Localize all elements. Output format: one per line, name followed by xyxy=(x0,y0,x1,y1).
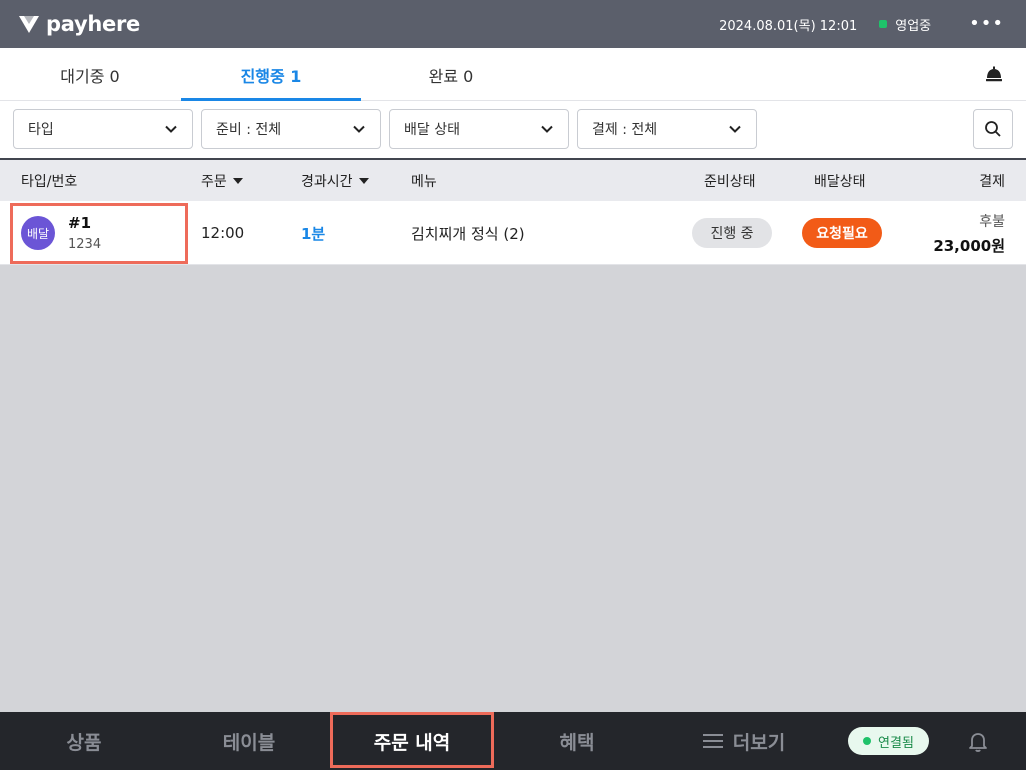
search-button[interactable] xyxy=(973,109,1013,149)
current-datetime: 2024.08.01(목) 12:01 xyxy=(719,18,858,34)
nav-more-label: 더보기 xyxy=(732,731,786,754)
header-prep-status: 준비상태 xyxy=(704,160,756,201)
table-row[interactable]: 배달 #1 1234 12:00 1분 김치찌개 정식 (2) 진행 중 요청필… xyxy=(0,201,1026,265)
connection-status-badge: 연결됨 xyxy=(848,727,929,755)
type-filter-label: 타입 xyxy=(28,122,54,138)
cell-delivery-status: 요청필요 xyxy=(802,201,882,265)
header-menu-label: 메뉴 xyxy=(411,173,437,190)
connection-status-label: 연결됨 xyxy=(878,735,914,751)
nav-tables[interactable]: 테이블 xyxy=(168,712,330,770)
payment-type: 후불 xyxy=(979,213,1005,230)
prep-status-badge[interactable]: 진행 중 xyxy=(692,218,772,248)
brand-logo: payhere xyxy=(18,12,140,36)
chevron-down-icon xyxy=(729,125,741,133)
bottom-navigation: 상품 테이블 주문 내역 혜택 더보기 연결됨 xyxy=(0,712,1026,770)
filter-bar: 타입 준비 : 전체 배달 상태 결제 : 전체 xyxy=(0,101,1026,158)
tab-completed[interactable]: 완료 0 xyxy=(361,48,541,101)
header-type-number: 타입/번호 xyxy=(21,160,77,201)
type-filter-select[interactable]: 타입 xyxy=(13,109,193,149)
tab-in-progress[interactable]: 진행중 1 xyxy=(181,48,361,101)
tab-waiting[interactable]: 대기중 0 xyxy=(0,48,180,101)
order-status-tabs: 대기중 0 진행중 1 완료 0 xyxy=(0,48,1026,101)
search-icon xyxy=(985,121,1001,137)
payment-amount: 23,000원 xyxy=(933,236,1005,255)
prep-filter-select[interactable]: 준비 : 전체 xyxy=(201,109,381,149)
cell-payment: 후불 23,000원 xyxy=(933,201,1005,265)
bell-icon[interactable] xyxy=(984,64,1004,84)
prep-filter-label: 준비 : 전체 xyxy=(216,122,282,138)
nav-more[interactable]: 더보기 xyxy=(660,712,828,770)
table-header: 타입/번호 주문 경과시간 메뉴 준비상태 배달상태 결제 xyxy=(0,158,1026,201)
header-payment: 결제 xyxy=(979,160,1005,201)
chevron-down-icon xyxy=(165,125,177,133)
delivery-filter-label: 배달 상태 xyxy=(404,122,460,138)
brand-name: payhere xyxy=(46,12,140,36)
cell-menu: 김치찌개 정식 (2) xyxy=(411,224,525,243)
cell-order-time: 12:00 xyxy=(201,224,245,242)
cell-elapsed-time: 1분 xyxy=(301,224,326,243)
store-status: 영업중 xyxy=(879,15,931,34)
connection-dot-icon xyxy=(863,737,872,745)
header-order-sort[interactable]: 주문 xyxy=(201,160,243,201)
header-type-number-label: 타입/번호 xyxy=(21,173,78,190)
header-menu: 메뉴 xyxy=(411,160,437,201)
nav-products[interactable]: 상품 xyxy=(0,712,168,770)
store-status-label: 영업중 xyxy=(895,18,932,34)
header-order-label: 주문 xyxy=(201,173,227,190)
header-delivery-status-label: 배달상태 xyxy=(814,173,866,190)
highlight-frame xyxy=(10,203,188,264)
notification-bell-icon[interactable] xyxy=(966,729,990,753)
payment-filter-label: 결제 : 전체 xyxy=(592,122,658,138)
header-payment-label: 결제 xyxy=(979,173,1005,190)
header-delivery-status: 배달상태 xyxy=(814,160,866,201)
chevron-down-icon xyxy=(353,125,365,133)
header-prep-status-label: 준비상태 xyxy=(704,173,756,190)
payhere-logo-icon xyxy=(19,16,39,33)
header-elapsed-label: 경과시간 xyxy=(301,173,353,190)
status-dot-icon xyxy=(879,20,888,28)
sort-caret-icon xyxy=(358,177,369,184)
payment-filter-select[interactable]: 결제 : 전체 xyxy=(577,109,757,149)
delivery-request-button[interactable]: 요청필요 xyxy=(802,218,882,248)
top-bar: payhere 2024.08.01(목) 12:01 영업중 ••• xyxy=(0,0,1026,48)
menu-icon xyxy=(702,734,723,748)
chevron-down-icon xyxy=(541,125,553,133)
more-options-icon[interactable]: ••• xyxy=(969,15,1008,33)
delivery-filter-select[interactable]: 배달 상태 xyxy=(389,109,569,149)
nav-benefits[interactable]: 혜택 xyxy=(494,712,660,770)
header-elapsed-sort[interactable]: 경과시간 xyxy=(301,160,369,201)
sort-caret-icon xyxy=(232,177,243,184)
highlight-frame xyxy=(330,712,494,768)
cell-prep-status: 진행 중 xyxy=(692,201,772,265)
